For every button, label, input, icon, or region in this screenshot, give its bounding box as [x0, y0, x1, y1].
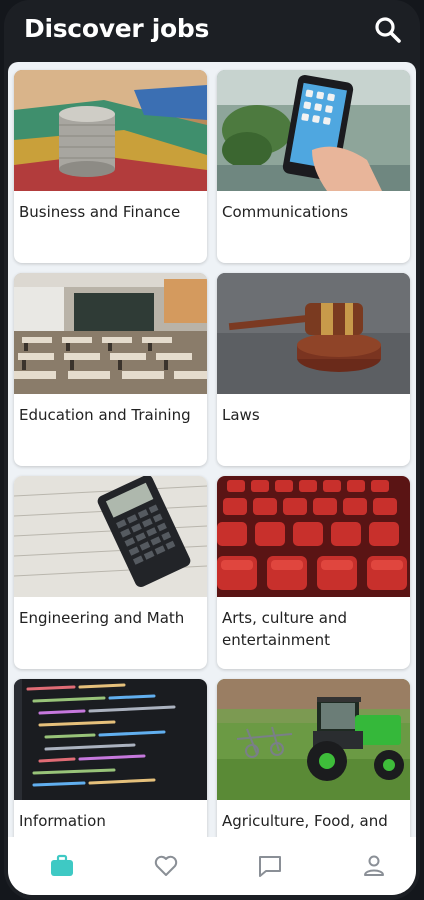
category-card-information[interactable]: Information — [14, 679, 207, 837]
search-icon[interactable] — [374, 16, 402, 44]
category-label: Arts, culture and entertainment — [222, 609, 348, 649]
category-label: Communications — [222, 203, 349, 221]
app-header: Discover jobs — [4, 0, 420, 62]
category-label: Education and Training — [19, 406, 191, 424]
category-label: Information — [19, 812, 106, 830]
bottom-navigation — [8, 837, 416, 895]
calculator-image — [14, 476, 207, 597]
category-list[interactable]: Business and Finance Communications Educ… — [8, 62, 416, 837]
category-card-laws[interactable]: Laws — [217, 273, 410, 466]
category-label: Laws — [222, 406, 260, 424]
heart-icon[interactable] — [153, 853, 179, 879]
tractor-image — [217, 679, 410, 800]
category-label: Agriculture, Food, and — [222, 812, 388, 830]
theater-seats-image — [217, 476, 410, 597]
category-card-education-training[interactable]: Education and Training — [14, 273, 207, 466]
classroom-image — [14, 273, 207, 394]
chat-icon[interactable] — [257, 853, 283, 879]
category-card-engineering-math[interactable]: Engineering and Math — [14, 476, 207, 669]
code-screen-image — [14, 679, 207, 800]
category-label: Engineering and Math — [19, 609, 185, 627]
person-icon[interactable] — [361, 853, 387, 879]
money-coins-image — [14, 70, 207, 191]
gavel-image — [217, 273, 410, 394]
phone-screen: Discover jobs Business and Finance Commu… — [4, 0, 420, 900]
category-card-arts-culture[interactable]: Arts, culture and entertainment — [217, 476, 410, 669]
briefcase-icon[interactable] — [49, 853, 75, 879]
smartphone-image — [217, 70, 410, 191]
page-title: Discover jobs — [24, 14, 210, 43]
category-label: Business and Finance — [19, 203, 181, 221]
category-card-communications[interactable]: Communications — [217, 70, 410, 263]
category-card-business-finance[interactable]: Business and Finance — [14, 70, 207, 263]
category-card-agriculture-food[interactable]: Agriculture, Food, and — [217, 679, 410, 837]
